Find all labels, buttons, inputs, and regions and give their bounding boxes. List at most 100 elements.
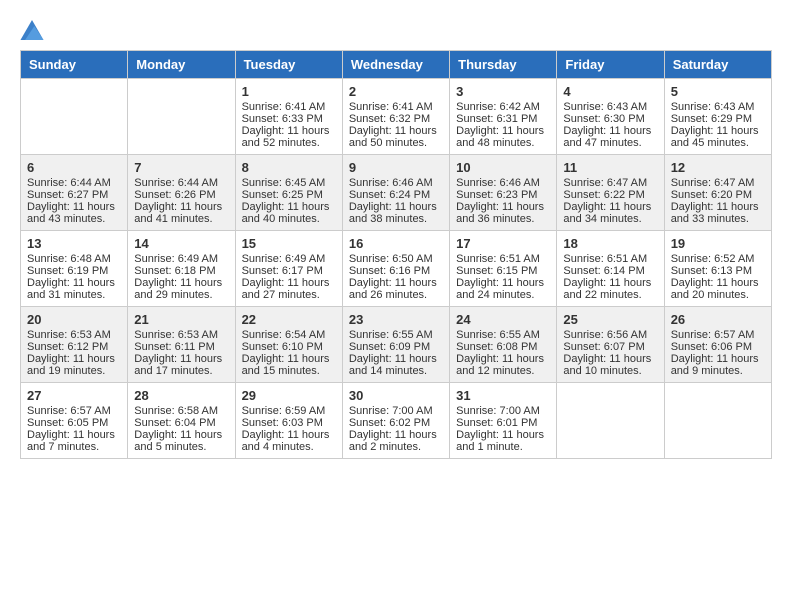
calendar-cell: [128, 79, 235, 155]
sunrise-text: Sunrise: 6:43 AM: [671, 101, 755, 113]
calendar-week-row: 1Sunrise: 6:41 AMSunset: 6:33 PMDaylight…: [21, 79, 772, 155]
sunrise-text: Sunrise: 6:56 AM: [563, 329, 647, 341]
sunrise-text: Sunrise: 6:42 AM: [456, 101, 540, 113]
calendar-cell: [557, 383, 664, 459]
daylight-text: Daylight: 11 hours and 12 minutes.: [456, 353, 544, 377]
sunset-text: Sunset: 6:06 PM: [671, 341, 752, 353]
daylight-text: Daylight: 11 hours and 45 minutes.: [671, 125, 759, 149]
sunrise-text: Sunrise: 6:41 AM: [242, 101, 326, 113]
sunset-text: Sunset: 6:18 PM: [134, 265, 215, 277]
daylight-text: Daylight: 11 hours and 47 minutes.: [563, 125, 651, 149]
logo-icon: [20, 20, 44, 40]
sunrise-text: Sunrise: 6:54 AM: [242, 329, 326, 341]
calendar-cell: 27Sunrise: 6:57 AMSunset: 6:05 PMDayligh…: [21, 383, 128, 459]
sunrise-text: Sunrise: 6:55 AM: [349, 329, 433, 341]
sunset-text: Sunset: 6:24 PM: [349, 189, 430, 201]
calendar-cell: 24Sunrise: 6:55 AMSunset: 6:08 PMDayligh…: [450, 307, 557, 383]
daylight-text: Daylight: 11 hours and 10 minutes.: [563, 353, 651, 377]
sunset-text: Sunset: 6:15 PM: [456, 265, 537, 277]
calendar-cell: 11Sunrise: 6:47 AMSunset: 6:22 PMDayligh…: [557, 155, 664, 231]
day-number: 11: [563, 160, 657, 175]
sunset-text: Sunset: 6:27 PM: [27, 189, 108, 201]
calendar-cell: 15Sunrise: 6:49 AMSunset: 6:17 PMDayligh…: [235, 231, 342, 307]
weekday-header: Friday: [557, 51, 664, 79]
calendar-cell: 26Sunrise: 6:57 AMSunset: 6:06 PMDayligh…: [664, 307, 771, 383]
calendar-cell: 2Sunrise: 6:41 AMSunset: 6:32 PMDaylight…: [342, 79, 449, 155]
daylight-text: Daylight: 11 hours and 4 minutes.: [242, 429, 330, 453]
calendar-cell: 28Sunrise: 6:58 AMSunset: 6:04 PMDayligh…: [128, 383, 235, 459]
sunset-text: Sunset: 6:33 PM: [242, 113, 323, 125]
sunset-text: Sunset: 6:01 PM: [456, 417, 537, 429]
daylight-text: Daylight: 11 hours and 48 minutes.: [456, 125, 544, 149]
sunrise-text: Sunrise: 6:45 AM: [242, 177, 326, 189]
calendar-cell: 7Sunrise: 6:44 AMSunset: 6:26 PMDaylight…: [128, 155, 235, 231]
sunset-text: Sunset: 6:20 PM: [671, 189, 752, 201]
weekday-header: Thursday: [450, 51, 557, 79]
day-number: 25: [563, 312, 657, 327]
sunrise-text: Sunrise: 6:48 AM: [27, 253, 111, 265]
sunrise-text: Sunrise: 6:55 AM: [456, 329, 540, 341]
calendar-week-row: 20Sunrise: 6:53 AMSunset: 6:12 PMDayligh…: [21, 307, 772, 383]
day-number: 29: [242, 388, 336, 403]
day-number: 14: [134, 236, 228, 251]
day-number: 12: [671, 160, 765, 175]
calendar-cell: 13Sunrise: 6:48 AMSunset: 6:19 PMDayligh…: [21, 231, 128, 307]
calendar-header-row: SundayMondayTuesdayWednesdayThursdayFrid…: [21, 51, 772, 79]
sunrise-text: Sunrise: 6:43 AM: [563, 101, 647, 113]
day-number: 16: [349, 236, 443, 251]
calendar-cell: 17Sunrise: 6:51 AMSunset: 6:15 PMDayligh…: [450, 231, 557, 307]
weekday-header: Monday: [128, 51, 235, 79]
day-number: 19: [671, 236, 765, 251]
day-number: 22: [242, 312, 336, 327]
calendar-cell: [21, 79, 128, 155]
day-number: 1: [242, 84, 336, 99]
sunrise-text: Sunrise: 6:53 AM: [27, 329, 111, 341]
sunset-text: Sunset: 6:19 PM: [27, 265, 108, 277]
sunrise-text: Sunrise: 6:44 AM: [27, 177, 111, 189]
sunrise-text: Sunrise: 6:46 AM: [349, 177, 433, 189]
daylight-text: Daylight: 11 hours and 7 minutes.: [27, 429, 115, 453]
calendar-cell: 3Sunrise: 6:42 AMSunset: 6:31 PMDaylight…: [450, 79, 557, 155]
calendar-cell: 16 Sunrise: 6:50 AMSunset: 6:16 PMDayligh…: [342, 231, 449, 307]
calendar-cell: 4Sunrise: 6:43 AMSunset: 6:30 PMDaylight…: [557, 79, 664, 155]
calendar-week-row: 13Sunrise: 6:48 AMSunset: 6:19 PMDayligh…: [21, 231, 772, 307]
sunset-text: Sunset: 6:16 PM: [349, 265, 430, 277]
calendar-cell: 30Sunrise: 7:00 AMSunset: 6:02 PMDayligh…: [342, 383, 449, 459]
calendar-cell: 10Sunrise: 6:46 AMSunset: 6:23 PMDayligh…: [450, 155, 557, 231]
sunrise-text: Sunrise: 6:49 AM: [134, 253, 218, 265]
daylight-text: Daylight: 11 hours and 24 minutes.: [456, 277, 544, 301]
daylight-text: Daylight: 11 hours and 34 minutes.: [563, 201, 651, 225]
daylight-text: Daylight: 11 hours and 19 minutes.: [27, 353, 115, 377]
sunset-text: Sunset: 6:31 PM: [456, 113, 537, 125]
daylight-text: Daylight: 11 hours and 14 minutes.: [349, 353, 437, 377]
sunrise-text: Sunrise: 6:51 AM: [563, 253, 647, 265]
calendar-cell: 1 Sunrise: 6:41 AMSunset: 6:33 PMDaylight…: [235, 79, 342, 155]
sunset-text: Sunset: 6:09 PM: [349, 341, 430, 353]
daylight-text: Daylight: 11 hours and 36 minutes.: [456, 201, 544, 225]
daylight-text: Daylight: 11 hours and 26 minutes.: [349, 277, 437, 301]
calendar-cell: 19Sunrise: 6:52 AMSunset: 6:13 PMDayligh…: [664, 231, 771, 307]
daylight-text: Daylight: 11 hours and 38 minutes.: [349, 201, 437, 225]
calendar-cell: 31Sunrise: 7:00 AMSunset: 6:01 PMDayligh…: [450, 383, 557, 459]
day-number: 9: [349, 160, 443, 175]
sunrise-text: Sunrise: 6:50 AM: [349, 253, 433, 265]
calendar-cell: 22Sunrise: 6:54 AMSunset: 6:10 PMDayligh…: [235, 307, 342, 383]
daylight-text: Daylight: 11 hours and 22 minutes.: [563, 277, 651, 301]
calendar-cell: 21Sunrise: 6:53 AMSunset: 6:11 PMDayligh…: [128, 307, 235, 383]
sunset-text: Sunset: 6:22 PM: [563, 189, 644, 201]
daylight-text: Daylight: 11 hours and 50 minutes.: [349, 125, 437, 149]
sunset-text: Sunset: 6:10 PM: [242, 341, 323, 353]
day-number: 31: [456, 388, 550, 403]
sunset-text: Sunset: 6:30 PM: [563, 113, 644, 125]
sunset-text: Sunset: 6:14 PM: [563, 265, 644, 277]
daylight-text: Daylight: 11 hours and 52 minutes.: [242, 125, 330, 149]
day-number: 27: [27, 388, 121, 403]
calendar-cell: 20Sunrise: 6:53 AMSunset: 6:12 PMDayligh…: [21, 307, 128, 383]
day-number: 7: [134, 160, 228, 175]
daylight-text: Daylight: 11 hours and 9 minutes.: [671, 353, 759, 377]
day-number: 21: [134, 312, 228, 327]
sunrise-text: Sunrise: 7:00 AM: [456, 405, 540, 417]
daylight-text: Daylight: 11 hours and 5 minutes.: [134, 429, 222, 453]
daylight-text: Daylight: 11 hours and 41 minutes.: [134, 201, 222, 225]
sunset-text: Sunset: 6:08 PM: [456, 341, 537, 353]
